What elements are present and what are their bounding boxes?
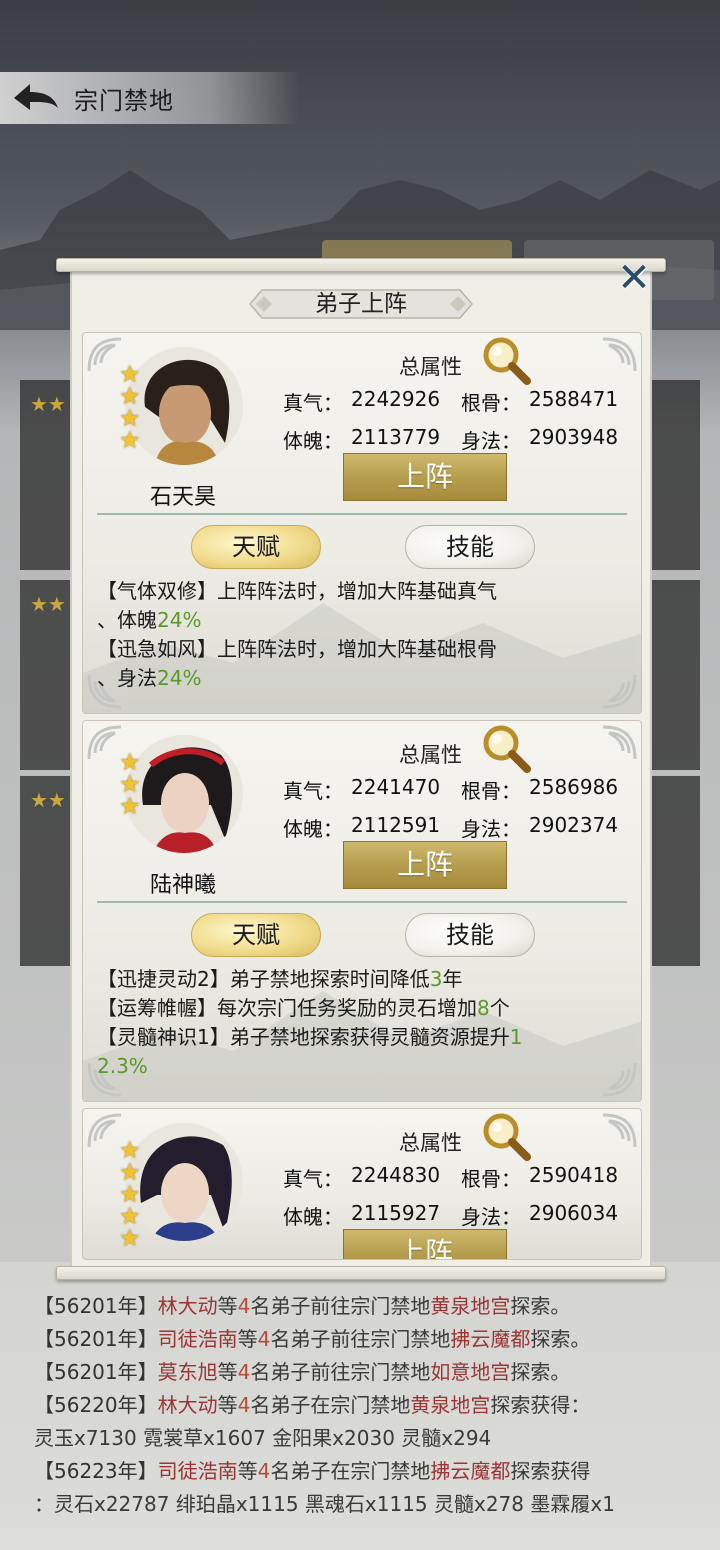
body-value: 2113779: [351, 425, 441, 449]
agility-label: 身法：: [461, 817, 521, 841]
close-button[interactable]: ✕: [612, 258, 656, 302]
top-navigation-bar: 宗门禁地: [0, 72, 300, 124]
qi-value: 2241470: [351, 775, 441, 799]
divider: [97, 513, 627, 515]
tab-skill[interactable]: 技能: [405, 913, 535, 957]
disciple-card: ★ ★ ★ 陆神曦 总属性 真气： 2241470 根骨： 2586986 体魄…: [82, 720, 642, 1102]
bone-value: 2590418: [529, 1163, 619, 1187]
log-line: 【56220年】林大动等4名弟子在宗门禁地黄泉地宫探索获得：: [34, 1393, 591, 1417]
agility-label: 身法：: [461, 1205, 521, 1229]
body-label: 体魄：: [283, 817, 343, 841]
log-line: 【56223年】司徒浩南等4名弟子在宗门禁地拂云魔都探索获得: [34, 1459, 591, 1483]
scroll-rod-bottom: [56, 1266, 666, 1280]
qi-label: 真气：: [283, 779, 343, 803]
popup-title: 弟子上阵: [315, 291, 407, 317]
qi-label: 真气：: [283, 1167, 343, 1191]
disciple-card: ★ ★ ★ ★ ★ 总属性 真气： 2244830 根骨： 2590418 体魄…: [82, 1108, 642, 1260]
deploy-button[interactable]: 上阵: [343, 841, 507, 889]
tab-skill[interactable]: 技能: [405, 525, 535, 569]
star-icon: ★★: [30, 392, 66, 416]
back-arrow-icon[interactable]: [8, 78, 64, 118]
agility-value: 2902374: [529, 813, 619, 837]
exploration-log: 【56201年】林大动等4名弟子前往宗门禁地黄泉地宫探索。 【56201年】司徒…: [0, 1262, 720, 1550]
total-attributes-label: 总属性: [399, 1131, 462, 1155]
body-label: 体魄：: [283, 429, 343, 453]
star-icon: ★: [119, 426, 141, 454]
log-line: 【56201年】莫东旭等4名弟子前往宗门禁地如意地宫探索。: [34, 1360, 571, 1384]
bone-value: 2586986: [529, 775, 619, 799]
star-rating: ★ ★ ★ ★: [119, 362, 145, 454]
agility-value: 2906034: [529, 1201, 619, 1225]
qi-value: 2242926: [351, 387, 441, 411]
disciple-card: ★ ★ ★ ★ 石天昊 总属性 真气： 2242926 根骨： 2588471 …: [82, 332, 642, 714]
agility-value: 2903948: [529, 425, 619, 449]
bone-label: 根骨：: [461, 391, 521, 415]
bone-value: 2588471: [529, 387, 619, 411]
star-icon: ★★: [30, 592, 66, 616]
disciple-name: 陆神曦: [149, 873, 216, 898]
deploy-button[interactable]: 上阵: [343, 1229, 507, 1259]
tab-talent[interactable]: 天赋: [191, 913, 321, 957]
qi-value: 2244830: [351, 1163, 441, 1187]
divider: [97, 901, 627, 903]
talent-description: 【迅捷灵动2】弟子禁地探索时间降低3年 【运筹帷幄】每次宗门任务奖励的灵石增加8…: [97, 967, 523, 1078]
star-rating: ★ ★ ★: [119, 750, 145, 820]
star-icon: ★: [119, 792, 141, 820]
star-rating: ★ ★ ★ ★ ★: [119, 1138, 145, 1252]
bone-label: 根骨：: [461, 1167, 521, 1191]
star-icon: ★★: [30, 788, 66, 812]
scroll-rod-top: [56, 258, 666, 272]
popup-title-banner: 弟子上阵: [248, 284, 474, 324]
log-line: 【56201年】司徒浩南等4名弟子前往宗门禁地拂云魔都探索。: [34, 1327, 591, 1351]
magnifier-icon[interactable]: [481, 1111, 533, 1163]
deploy-button[interactable]: 上阵: [343, 453, 507, 501]
disciple-name: 石天昊: [149, 485, 216, 510]
magnifier-icon[interactable]: [481, 723, 533, 775]
body-value: 2112591: [351, 813, 441, 837]
body-label: 体魄：: [283, 1205, 343, 1229]
total-attributes-label: 总属性: [399, 743, 462, 767]
bone-label: 根骨：: [461, 779, 521, 803]
cloud-corner-ornament: [602, 725, 637, 760]
cloud-corner-ornament: [602, 1113, 637, 1148]
total-attributes-label: 总属性: [399, 355, 462, 379]
page-title: 宗门禁地: [74, 86, 174, 115]
star-icon: ★: [119, 1224, 141, 1252]
log-line: 【56201年】林大动等4名弟子前往宗门禁地黄泉地宫探索。: [34, 1294, 571, 1318]
agility-label: 身法：: [461, 429, 521, 453]
tab-talent[interactable]: 天赋: [191, 525, 321, 569]
body-value: 2115927: [351, 1201, 441, 1225]
log-line: 灵玉x7130 霓裳草x1607 金阳果x2030 灵髓x294: [34, 1426, 492, 1450]
log-line: ：灵石x22787 绯珀晶x1115 黑魂石x1115 灵髓x278 墨霖履x1: [34, 1492, 615, 1516]
magnifier-icon[interactable]: [481, 335, 533, 387]
cloud-corner-ornament: [602, 337, 637, 372]
qi-label: 真气：: [283, 391, 343, 415]
talent-description: 【气体双修】上阵阵法时，增加大阵基础真气 、体魄24% 【迅急如风】上阵阵法时，…: [97, 579, 497, 690]
